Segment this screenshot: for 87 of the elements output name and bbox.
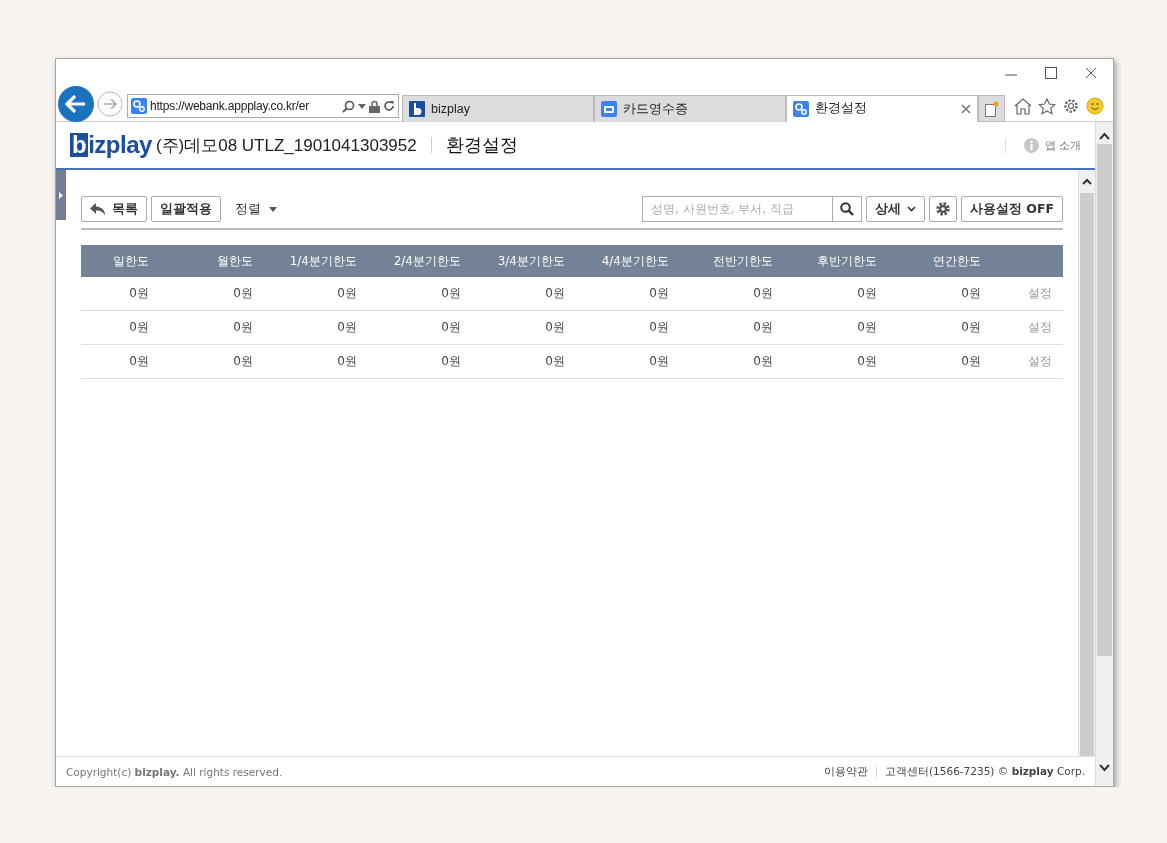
table-cell: 0원 (81, 310, 157, 345)
logo-icon (409, 101, 425, 117)
column-header: 4/4분기한도 (573, 245, 677, 277)
table-cell: 0원 (261, 310, 365, 345)
column-header: 연간한도 (885, 245, 989, 277)
gear-icon (934, 201, 951, 217)
table-cell: 0원 (157, 277, 261, 311)
browser-tab[interactable]: bizplay (402, 95, 594, 122)
back-button[interactable] (58, 86, 94, 122)
table-cell: 0원 (81, 344, 157, 379)
table-cell: 0원 (365, 310, 469, 345)
new-page-icon (984, 100, 999, 117)
detail-button[interactable]: 상세 (865, 196, 925, 222)
smiley-icon[interactable] (1086, 97, 1104, 115)
sort-dropdown[interactable]: 정렬 (235, 200, 277, 218)
gears-icon (793, 100, 809, 117)
star-icon[interactable] (1038, 97, 1056, 115)
terms-link[interactable]: 이용약관 (824, 764, 868, 779)
table-cell: 0원 (469, 310, 573, 345)
search-button[interactable] (831, 196, 862, 222)
address-bar[interactable]: https://webank.appplay.co.kr/er (127, 94, 399, 118)
close-icon[interactable] (961, 103, 971, 114)
dropdown-icon[interactable] (358, 103, 366, 109)
back-arrow-icon (90, 202, 106, 216)
column-header: 전반기한도 (677, 245, 781, 277)
home-icon[interactable] (1014, 97, 1032, 115)
column-header: 일한도 (81, 245, 157, 277)
scroll-up-icon[interactable] (1082, 178, 1092, 185)
copyright-text: Copyright(c) bizplay. All rights reserved. (66, 765, 283, 778)
gears-icon (131, 98, 147, 114)
table-cell: 0원 (469, 344, 573, 379)
column-header: 1/4분기한도 (261, 245, 365, 277)
column-header: 3/4분기한도 (469, 245, 573, 277)
search-field[interactable]: 성명, 사원번호, 부서, 직급 (641, 196, 832, 222)
column-header: 후반기한도 (781, 245, 885, 277)
column-header: 월한도 (157, 245, 261, 277)
table-cell: 0원 (157, 310, 261, 345)
table-cell: 0원 (885, 344, 989, 379)
table-cell: 0원 (573, 277, 677, 311)
scrollbar-thumb[interactable] (1080, 193, 1094, 756)
close-icon[interactable] (1085, 67, 1097, 79)
table-cell: 0원 (469, 277, 573, 311)
support-text: 고객센터(1566-7235) © bizplay Corp. (885, 764, 1085, 779)
table-cell: 0원 (573, 310, 677, 345)
list-button[interactable]: 목록 (81, 196, 147, 222)
new-tab-button[interactable] (978, 95, 1005, 122)
browser-tab[interactable]: 환경설정 (786, 95, 978, 122)
table-cell: 0원 (885, 310, 989, 345)
company-name: (주)데모08 UTLZ_1901041303952 (155, 134, 417, 157)
chevron-down-icon (906, 206, 916, 212)
page-title: 환경설정 (445, 133, 518, 157)
logo-text[interactable]: izplay (88, 133, 152, 157)
table-cell: 0원 (261, 277, 365, 311)
sidebar-toggle[interactable] (56, 170, 66, 220)
table-cell: 0원 (677, 344, 781, 379)
table-cell: 0원 (781, 277, 885, 311)
apply-all-button[interactable]: 일괄적용 (151, 196, 221, 222)
arrow-left-icon (65, 95, 87, 113)
browser-tab[interactable]: 카드영수증 (594, 95, 786, 122)
scroll-down-icon[interactable] (1099, 764, 1110, 772)
app-intro-link[interactable]: 앱 소개 (1044, 137, 1081, 153)
table-cell: 0원 (781, 344, 885, 379)
maximize-icon[interactable] (1045, 67, 1057, 79)
settings-button[interactable] (928, 196, 957, 222)
table-cell: 0원 (157, 344, 261, 379)
lock-icon[interactable] (369, 99, 380, 113)
search-icon[interactable] (342, 99, 355, 113)
table-cell: 0원 (261, 344, 365, 379)
dropdown-icon (269, 206, 277, 212)
table-cell: 0원 (365, 344, 469, 379)
table-cell: 0원 (677, 277, 781, 311)
usage-toggle-button[interactable]: 사용설정 OFF (960, 196, 1063, 222)
column-header: 2/4분기한도 (365, 245, 469, 277)
table-cell: 0원 (677, 310, 781, 345)
logo-mark[interactable]: b (70, 133, 89, 157)
triangle-right-icon (59, 191, 63, 199)
table-cell: 0원 (573, 344, 677, 379)
table-cell: 0원 (781, 310, 885, 345)
scrollbar-thumb[interactable] (1097, 144, 1112, 656)
table-cell: 0원 (885, 277, 989, 311)
table-cell: 0원 (81, 277, 157, 311)
settings-icon[interactable] (1062, 97, 1080, 115)
table-cell: 0원 (365, 277, 469, 311)
card-icon (601, 101, 617, 117)
scroll-up-icon[interactable] (1099, 132, 1110, 140)
search-icon (839, 202, 854, 216)
refresh-icon[interactable] (383, 100, 395, 112)
